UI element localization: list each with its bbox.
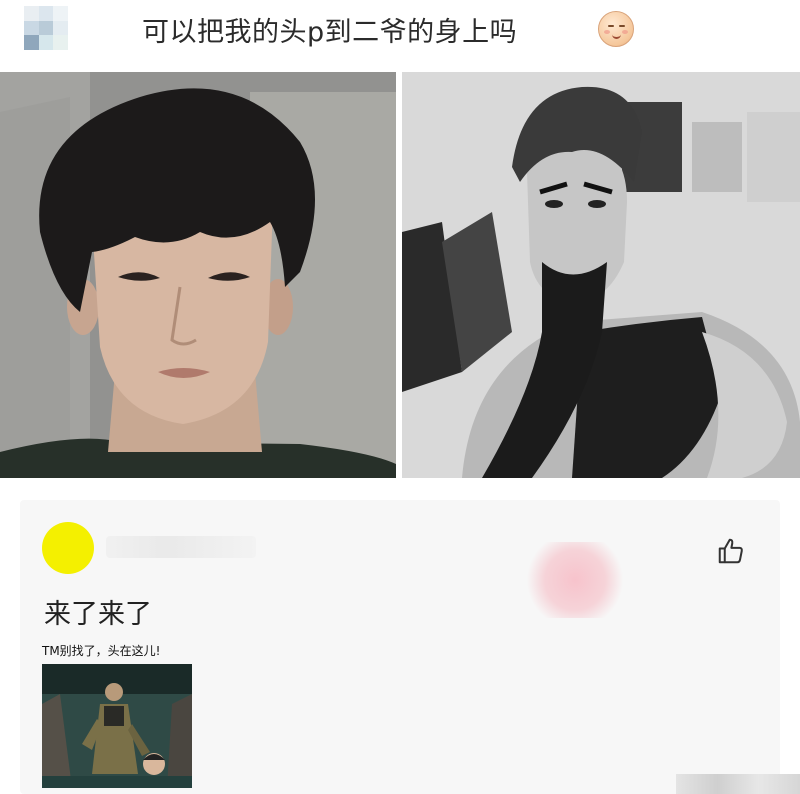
thumbs-up-icon[interactable] — [716, 536, 746, 566]
comment-card: 来了来了 TM别找了，头在这儿! — [20, 500, 780, 794]
figure-photo[interactable] — [402, 72, 800, 478]
portrait-photo[interactable] — [0, 72, 396, 478]
comment-meme[interactable]: TM别找了，头在这儿! — [42, 642, 192, 790]
smirk-emoji-icon — [598, 11, 634, 47]
commenter-avatar[interactable] — [42, 522, 94, 574]
post-header: 可以把我的头p到二爷的身上吗 — [0, 0, 800, 62]
watermark-blur — [520, 542, 630, 618]
comment-text: 来了来了 — [44, 599, 152, 630]
meme-caption: TM别找了，头在这儿! — [42, 644, 161, 658]
post-text: 可以把我的头p到二爷的身上吗 — [142, 17, 518, 48]
corner-watermark-blur — [676, 774, 800, 794]
commenter-name-blurred[interactable] — [106, 536, 256, 558]
meme-image[interactable] — [42, 664, 192, 788]
blurred-avatar[interactable] — [24, 6, 68, 50]
